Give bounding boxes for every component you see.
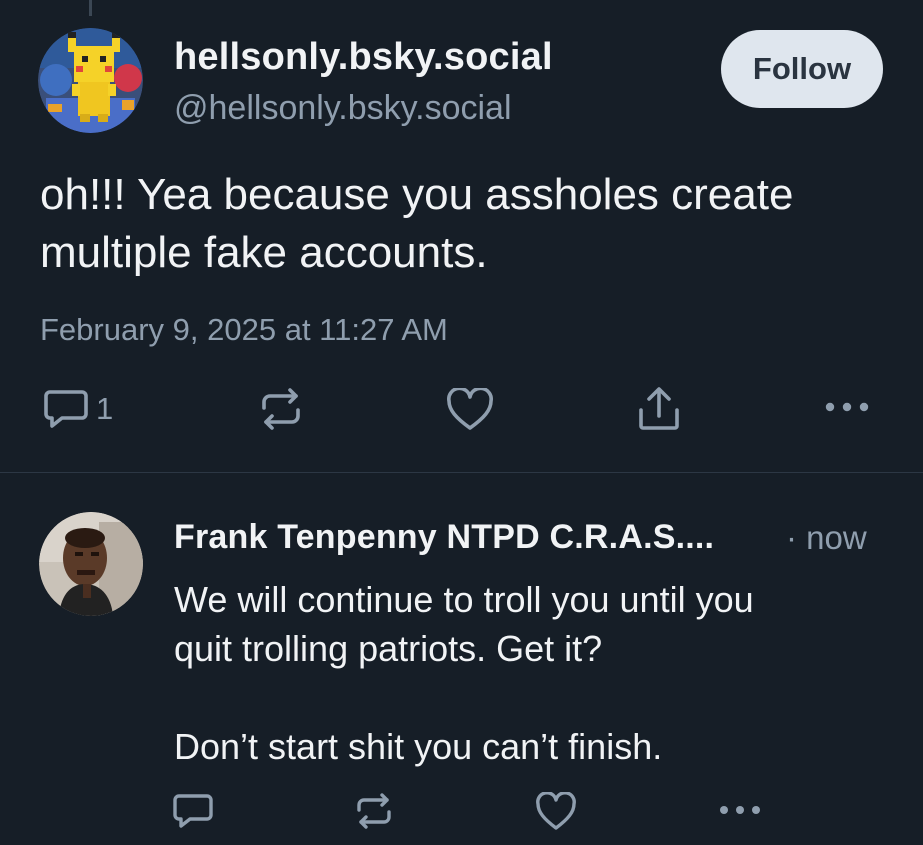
- reply-like-button[interactable]: [535, 792, 577, 832]
- more-icon: [824, 400, 870, 414]
- reply-text: We will continue to troll you until you …: [174, 575, 894, 771]
- main-post: hellsonly.bsky.social @hellsonly.bsky.so…: [0, 0, 923, 472]
- reply-more-button[interactable]: [718, 803, 762, 817]
- author-display-name[interactable]: hellsonly.bsky.social: [174, 36, 553, 79]
- post-timestamp: February 9, 2025 at 11:27 AM: [40, 312, 448, 347]
- reply-reply-button[interactable]: [172, 792, 214, 830]
- reply-text-blank-line: [174, 673, 894, 722]
- repost-icon: [354, 792, 394, 830]
- like-button[interactable]: [446, 388, 494, 432]
- share-button[interactable]: [637, 386, 681, 432]
- reply-repost-button[interactable]: [354, 792, 394, 830]
- reply-timestamp: · now: [786, 519, 867, 556]
- post-divider: [0, 472, 923, 473]
- reply-count: 1: [96, 391, 114, 426]
- reply-text-line: We will continue to troll you until you: [174, 579, 754, 620]
- post-text-line: oh!!! Yea because you assholes create: [40, 170, 794, 219]
- author-handle[interactable]: @hellsonly.bsky.social: [174, 89, 512, 128]
- repost-button[interactable]: [258, 388, 304, 430]
- repost-icon: [258, 388, 304, 430]
- like-icon: [535, 792, 577, 832]
- more-button[interactable]: [824, 400, 870, 414]
- follow-button[interactable]: Follow: [721, 30, 883, 108]
- reply-text-line: quit trolling patriots. Get it?: [174, 628, 603, 669]
- share-icon: [637, 386, 681, 432]
- more-icon: [718, 803, 762, 817]
- reply-button[interactable]: 1: [42, 388, 113, 430]
- like-icon: [446, 388, 494, 432]
- person-avatar[interactable]: [39, 512, 143, 616]
- reply-icon: [42, 388, 90, 430]
- reply-author-display-name[interactable]: Frank Tenpenny NTPD C.R.A.S....: [174, 518, 714, 557]
- reply-icon: [172, 792, 214, 830]
- reply-text-line: Don’t start shit you can’t finish.: [174, 726, 663, 767]
- post-text: oh!!! Yea because you assholes create mu…: [40, 166, 900, 282]
- pikachu-avatar[interactable]: [38, 28, 143, 133]
- post-text-line: multiple fake accounts.: [40, 228, 488, 277]
